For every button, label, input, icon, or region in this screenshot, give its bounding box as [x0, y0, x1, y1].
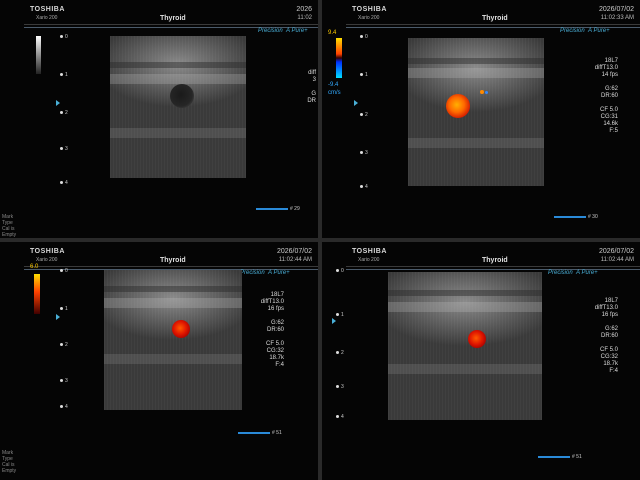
ultrasound-grid: TOSHIBA Xario 200 Thyroid 2026 11:02 Pre…	[0, 0, 640, 480]
ultrasound-image	[104, 270, 242, 410]
depth-marker: 4	[60, 404, 68, 410]
doppler-flow-region	[468, 330, 486, 348]
velocity-scale-top: 9.4	[328, 30, 337, 36]
depth-marker: 1	[60, 72, 68, 78]
depth-marker: 2	[60, 110, 68, 116]
imaging-params: diff 3 G DR	[307, 70, 316, 104]
ultrasound-image	[408, 38, 544, 186]
ultrasound-panel-3: TOSHIBA Xario 200 Thyroid 2026/07/02 11:…	[0, 242, 318, 480]
depth-marker: 3	[360, 150, 368, 156]
depth-marker: 1	[336, 312, 344, 318]
velocity-scale-bottom: -9.4	[328, 82, 339, 88]
depth-marker: 3	[60, 378, 68, 384]
model-label: Xario 200	[358, 257, 380, 263]
imaging-params: 18L7 diffT13.0 16 fps G:62 DR:60 CF 5.0 …	[594, 298, 618, 374]
frame-counter: # 51	[538, 454, 582, 460]
precision-label: Precision A Pure+	[560, 28, 610, 34]
preset-label: Thyroid	[482, 257, 508, 264]
depth-marker: 4	[60, 180, 68, 186]
panel-header: TOSHIBA Xario 200 Thyroid 2026/07/02 11:…	[322, 0, 640, 24]
ultrasound-panel-2: TOSHIBA Xario 200 Thyroid 2026/07/02 11:…	[322, 0, 640, 238]
model-label: Xario 200	[36, 15, 58, 21]
divider	[346, 266, 640, 267]
focus-marker-icon	[332, 318, 336, 324]
divider	[346, 24, 640, 25]
time-label: 11:02:33 AM	[600, 15, 634, 21]
depth-marker: 3	[60, 146, 68, 152]
precision-label: Precision A Pure+	[240, 270, 290, 276]
depth-marker: 0	[336, 268, 344, 274]
mark-info: Mark Type Cal is Empty	[2, 214, 17, 238]
brand-logo: TOSHIBA	[352, 6, 387, 13]
date-label: 2026/07/02	[598, 6, 634, 13]
ultrasound-panel-4: TOSHIBA Xario 200 Thyroid 2026/07/02 11:…	[322, 242, 640, 480]
mark-info: Mark Type Cal is Empty	[2, 450, 17, 474]
preset-label: Thyroid	[160, 15, 186, 22]
ultrasound-panel-1: TOSHIBA Xario 200 Thyroid 2026 11:02 Pre…	[0, 0, 318, 238]
focus-marker-icon	[56, 100, 60, 106]
imaging-params: 18L7 diffT13.0 16 fps G:62 DR:60 CF 5.0 …	[260, 292, 284, 368]
velocity-unit: cm/s	[328, 90, 341, 96]
brand-logo: TOSHIBA	[30, 6, 65, 13]
depth-marker: 4	[360, 184, 368, 190]
panel-header: TOSHIBA Xario 200 Thyroid 2026/07/02 11:…	[0, 242, 318, 266]
depth-marker: 4	[336, 414, 344, 420]
depth-marker: 1	[60, 306, 68, 312]
vessel-region	[170, 84, 194, 108]
panel-header: TOSHIBA Xario 200 Thyroid 2026 11:02	[0, 0, 318, 24]
color-scale-bar	[336, 38, 342, 78]
time-label: 11:02:44 AM	[600, 257, 634, 263]
preset-label: Thyroid	[160, 257, 186, 264]
model-label: Xario 200	[358, 15, 380, 21]
ultrasound-image	[110, 36, 246, 178]
frame-counter: # 51	[238, 430, 282, 436]
model-label: Xario 200	[36, 257, 58, 263]
date-label: 2026	[296, 6, 312, 13]
preset-label: Thyroid	[482, 15, 508, 22]
frame-counter: # 29	[256, 206, 300, 212]
brand-logo: TOSHIBA	[352, 248, 387, 255]
depth-marker: 0	[60, 34, 68, 40]
depth-marker: 2	[336, 350, 344, 356]
color-scale-bar	[34, 274, 40, 314]
depth-marker: 0	[360, 34, 368, 40]
time-label: 11:02:44 AM	[278, 257, 312, 263]
doppler-flow-region	[446, 94, 470, 118]
grayscale-bar	[36, 36, 41, 74]
date-label: 2026/07/02	[276, 248, 312, 255]
doppler-flow-spot	[480, 90, 484, 94]
imaging-params: 18L7 diffT13.0 14 fps G:62 DR:60 CF 5.0 …	[594, 58, 618, 134]
time-label: 11:02	[297, 15, 312, 21]
depth-marker: 0	[60, 268, 68, 274]
doppler-flow-spot	[485, 91, 488, 94]
date-label: 2026/07/02	[598, 248, 634, 255]
brand-logo: TOSHIBA	[30, 248, 65, 255]
focus-marker-icon	[354, 100, 358, 106]
depth-marker: 1	[360, 72, 368, 78]
depth-marker: 3	[336, 384, 344, 390]
focus-marker-icon	[56, 314, 60, 320]
velocity-scale-top: 6.0	[30, 264, 39, 270]
depth-marker: 2	[360, 112, 368, 118]
divider	[24, 266, 318, 267]
ultrasound-image	[388, 272, 542, 420]
depth-marker: 2	[60, 342, 68, 348]
precision-label: Precision A Pure+	[548, 270, 598, 276]
panel-header: TOSHIBA Xario 200 Thyroid 2026/07/02 11:…	[322, 242, 640, 266]
frame-counter: # 30	[554, 214, 598, 220]
doppler-flow-region	[172, 320, 190, 338]
precision-label: Precision A Pure+	[258, 28, 308, 34]
divider	[24, 24, 318, 25]
